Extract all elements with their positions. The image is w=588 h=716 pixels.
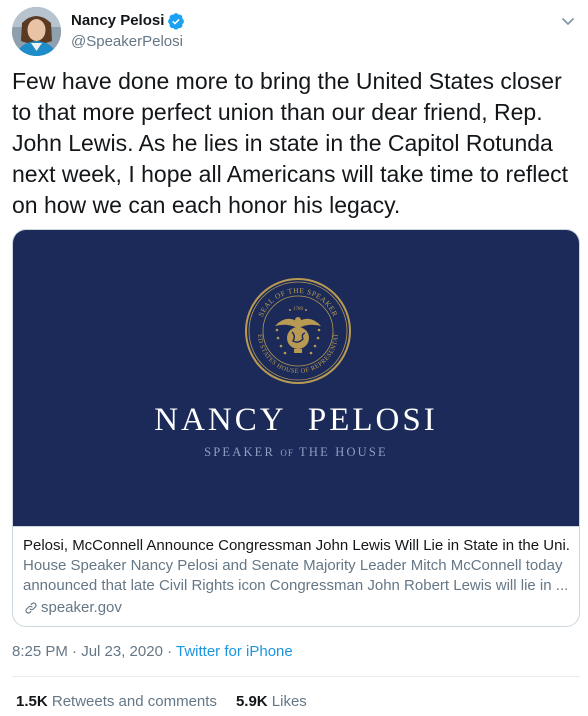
tweet-text-line: John Lewis. As he lies in state in the C…	[12, 130, 553, 156]
card-description-line: announced that late Civil Rights icon Co…	[23, 577, 569, 594]
timestamp[interactable]: 8:25 PM · Jul 23, 2020	[12, 643, 163, 660]
card-brand-subtitle-part: OF	[280, 448, 294, 458]
retweets-label: Retweets and comments	[47, 693, 217, 710]
card-body: Pelosi, McConnell Announce Congressman J…	[23, 536, 571, 618]
avatar[interactable]	[12, 6, 61, 56]
card-domain-text: speaker.gov	[41, 599, 122, 616]
likes-stat[interactable]: 5.9K Likes	[236, 692, 307, 712]
meta-separator: ·	[162, 643, 176, 660]
source-link[interactable]: Twitter for iPhone	[176, 643, 293, 660]
card-image: SEAL OF THE SPEAKER UNITED STATES HOUSE …	[13, 230, 579, 526]
tweet-meta: 8:25 PM · Jul 23, 2020 · Twitter for iPh…	[12, 642, 293, 662]
user-handle[interactable]: @SpeakerPelosi	[71, 32, 185, 51]
speaker-seal-icon: SEAL OF THE SPEAKER UNITED STATES HOUSE …	[13, 230, 351, 384]
card-description: House Speaker Nancy Pelosi and Senate Ma…	[23, 556, 571, 596]
likes-label: Likes	[267, 693, 307, 710]
verified-badge-icon	[167, 12, 185, 30]
name-row: Nancy Pelosi	[71, 11, 185, 30]
likes-count: 5.9K	[235, 693, 268, 710]
divider	[12, 676, 580, 677]
card-title: Pelosi, McConnell Announce Congressman J…	[23, 537, 571, 554]
tweet-header: Nancy Pelosi @SpeakerPelosi	[12, 6, 185, 56]
card-brand-name: NANCY PELOSI	[154, 402, 438, 438]
link-icon	[25, 602, 37, 614]
tweet-text-line: on how we can each honor his legacy.	[12, 192, 401, 218]
card-divider	[13, 526, 579, 527]
svg-text:UNITED STATES HOUSE OF REPRESE: UNITED STATES HOUSE OF REPRESENTATIVES	[13, 230, 340, 375]
svg-text:1789: 1789	[293, 307, 304, 312]
card-brand-subtitle: SPEAKER OF THE HOUSE	[13, 445, 579, 460]
retweets-count: 1.5K	[16, 693, 48, 710]
tweet-text-line: Few have done more to bring the United S…	[12, 68, 562, 94]
card-brand-subtitle-part: SPEAKER	[204, 445, 281, 459]
tweet: Nancy Pelosi @SpeakerPelosi Few have don…	[0, 0, 588, 716]
tweet-text-line: next week, I hope all Americans will tak…	[12, 161, 569, 187]
user-info: Nancy Pelosi @SpeakerPelosi	[71, 11, 185, 51]
retweets-stat[interactable]: 1.5K Retweets and comments	[16, 692, 217, 712]
svg-text:SEAL OF THE SPEAKER: SEAL OF THE SPEAKER	[256, 286, 340, 318]
chevron-down-icon[interactable]	[558, 11, 578, 31]
tweet-text: Few have done more to bring the United S…	[12, 66, 580, 221]
card-brand-subtitle-part: THE HOUSE	[293, 445, 388, 459]
link-preview-card[interactable]: SEAL OF THE SPEAKER UNITED STATES HOUSE …	[12, 229, 580, 627]
card-domain: speaker.gov	[23, 598, 571, 618]
tweet-stats: 1.5K Retweets and comments 5.9K Likes	[16, 692, 326, 712]
card-description-line: House Speaker Nancy Pelosi and Senate Ma…	[23, 557, 563, 574]
display-name[interactable]: Nancy Pelosi	[71, 11, 164, 30]
tweet-text-line: to that more perfect union than our dear…	[12, 99, 543, 125]
